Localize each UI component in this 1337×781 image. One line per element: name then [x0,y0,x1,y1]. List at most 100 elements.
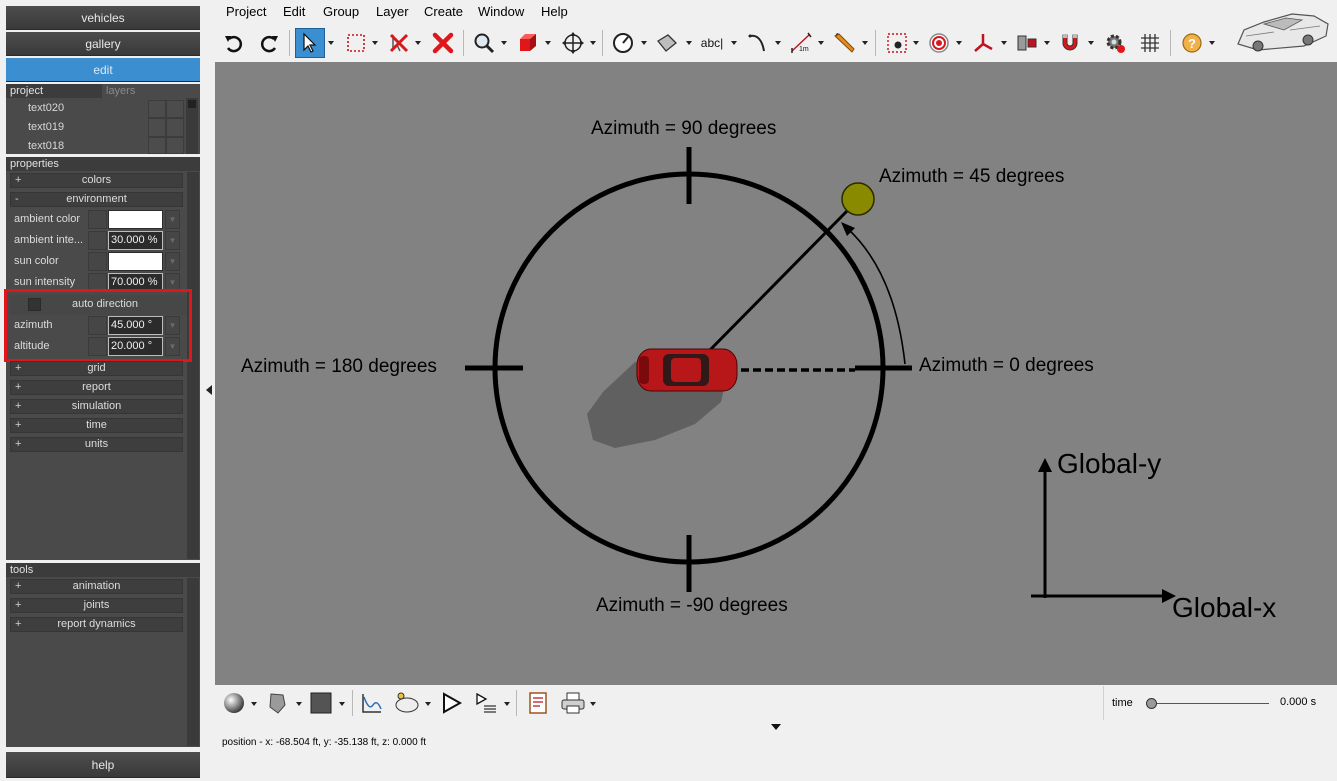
keyframe-button[interactable] [88,231,107,250]
time-slider-track[interactable] [1152,703,1269,704]
group-units[interactable]: + units [10,437,183,452]
chevron-down-icon[interactable] [1044,41,1050,45]
chevron-down-icon[interactable] [641,41,647,45]
chevron-down-icon[interactable] [339,702,345,706]
group-joints[interactable]: + joints [10,598,183,613]
measure-angle-icon[interactable] [608,28,638,58]
target-icon[interactable] [882,28,912,58]
car-model[interactable] [636,348,738,392]
group-report[interactable]: + report [10,380,183,395]
scrollbar-thumb[interactable] [188,100,196,108]
select-arrow-icon[interactable] [295,28,325,58]
lock-cell[interactable] [166,118,184,137]
text-icon[interactable]: abc| [697,28,727,58]
chevron-down-icon[interactable] [913,41,919,45]
shading-icon[interactable] [263,689,291,717]
ambient-color-swatch[interactable] [108,210,163,229]
visibility-cell[interactable] [148,137,166,154]
chevron-down-icon[interactable] [686,41,692,45]
report-icon[interactable] [524,689,552,717]
menu-group[interactable]: Group [323,4,359,19]
delete-icon[interactable] [428,28,458,58]
tab-layers[interactable]: layers [102,84,200,98]
lock-cell[interactable] [166,137,184,154]
tab-project[interactable]: project [6,84,102,98]
playlist-icon[interactable] [472,689,500,717]
gear-icon[interactable] [1100,28,1130,58]
magnet-icon[interactable] [1055,28,1085,58]
menu-help[interactable]: Help [541,4,568,19]
time-slider-thumb[interactable] [1146,698,1157,709]
selection-box-icon[interactable] [341,28,371,58]
help-icon[interactable]: ? [1177,28,1207,58]
group-environment[interactable]: - environment [10,192,183,207]
sun-color-swatch[interactable] [108,252,163,271]
menu-layer[interactable]: Layer [376,4,409,19]
chart-icon[interactable] [358,689,386,717]
visibility-cell[interactable] [148,118,166,137]
project-item[interactable]: text020 [28,102,64,114]
chevron-down-icon[interactable] [956,41,962,45]
chevron-down-icon[interactable] [296,702,302,706]
undo-icon[interactable] [219,28,249,58]
chevron-down-icon[interactable] [545,41,551,45]
lock-cell[interactable] [166,100,184,118]
dropdown-arrow[interactable]: ▼ [165,231,180,250]
chevron-down-icon[interactable] [818,41,824,45]
chevron-down-icon[interactable] [862,41,868,45]
chevron-down-icon[interactable] [590,41,596,45]
dropdown-arrow[interactable]: ▼ [165,210,180,229]
chevron-down-icon[interactable] [251,702,257,706]
group-colors[interactable]: + colors [10,173,183,188]
group-grid[interactable]: + grid [10,361,183,376]
chevron-down-icon[interactable] [501,41,507,45]
chevron-down-icon[interactable] [328,41,334,45]
print-icon[interactable] [559,689,587,717]
group-report-dynamics[interactable]: + report dynamics [10,617,183,632]
chevron-down-icon[interactable] [504,702,510,706]
cube-icon[interactable] [513,28,543,58]
tools-scrollbar[interactable] [187,578,199,746]
record-icon[interactable] [924,28,954,58]
project-item[interactable]: text019 [28,121,64,133]
sphere-icon[interactable] [220,689,248,717]
chevron-down-icon[interactable] [590,702,596,706]
sun-marker[interactable] [841,182,875,216]
color-square-icon[interactable] [307,689,335,717]
group-simulation[interactable]: + simulation [10,399,183,414]
group-time[interactable]: + time [10,418,183,433]
play-icon[interactable] [437,689,465,717]
keyframe-button[interactable] [88,252,107,271]
menu-project[interactable]: Project [226,4,266,19]
help-button[interactable]: help [6,752,200,778]
menu-edit[interactable]: Edit [283,4,305,19]
chevron-down-icon[interactable] [1209,41,1215,45]
group-animation[interactable]: + animation [10,579,183,594]
chevron-down-icon[interactable] [1001,41,1007,45]
redo-icon[interactable] [254,28,284,58]
keyframe-button[interactable] [88,210,107,229]
move-icon[interactable] [558,28,588,58]
edit-button[interactable]: edit [6,58,200,82]
chevron-down-icon[interactable] [775,41,781,45]
pencil-icon[interactable] [829,28,859,58]
vehicles-button[interactable]: vehicles [6,6,200,30]
curve-icon[interactable] [744,28,774,58]
collapse-panel-arrow-icon[interactable] [206,385,212,395]
3d-viewport[interactable]: Azimuth = 90 degrees Azimuth = 45 degree… [215,62,1337,685]
dropdown-arrow[interactable]: ▼ [165,252,180,271]
chevron-down-icon[interactable] [415,41,421,45]
joint-icon[interactable] [1012,28,1042,58]
surface-icon[interactable] [652,28,682,58]
menu-window[interactable]: Window [478,4,524,19]
properties-scrollbar[interactable] [187,172,199,559]
grid-icon[interactable] [1135,28,1165,58]
gallery-button[interactable]: gallery [6,32,200,56]
expand-panel-arrow-icon[interactable] [771,724,781,730]
unselect-icon[interactable] [384,28,414,58]
chevron-down-icon[interactable] [1088,41,1094,45]
ambient-intensity-field[interactable]: 30.000 % [108,231,163,250]
menu-create[interactable]: Create [424,4,463,19]
visibility-cell[interactable] [148,100,166,118]
zoom-icon[interactable] [469,28,499,58]
